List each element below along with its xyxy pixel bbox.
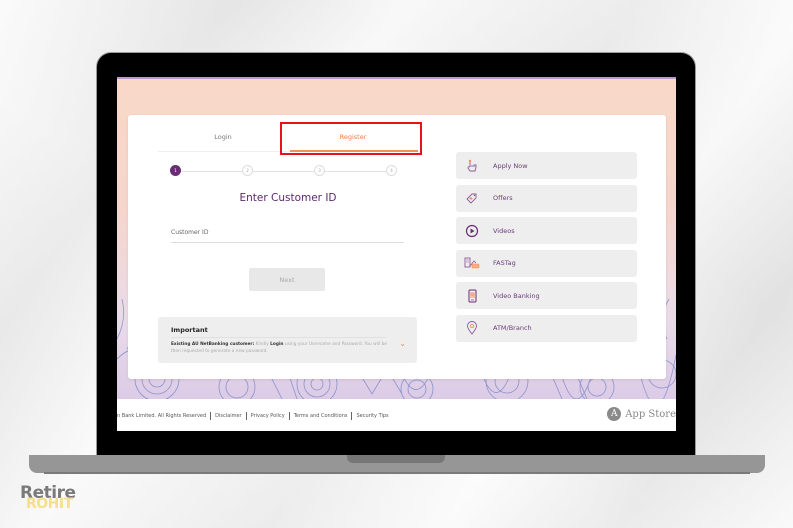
tab-login[interactable]: Login — [158, 123, 288, 151]
fastag-icon — [464, 255, 480, 271]
menu-label: FASTag — [493, 259, 516, 267]
important-lead: Existing AU NetBanking customer: — [171, 342, 255, 347]
page-footer: n Bank Limited. All Rights Reserved Disc… — [117, 399, 676, 431]
watermark-logo: Retire ROHIT — [20, 483, 100, 519]
footer-copyright: n Bank Limited. All Rights Reserved — [117, 413, 207, 419]
footer-link-terms[interactable]: Terms and Conditions — [294, 413, 348, 419]
quick-links-menu: Apply Now Offers Videos FASTag Video Ban… — [456, 152, 637, 347]
menu-item-video-banking[interactable]: Video Banking — [456, 282, 637, 309]
menu-item-videos[interactable]: Videos — [456, 217, 637, 244]
chevron-down-icon[interactable]: ⌄ — [399, 339, 406, 348]
offer-tag-icon — [464, 190, 480, 206]
menu-item-atm-branch[interactable]: ATM/Branch — [456, 314, 637, 342]
important-text-1: Kindly — [254, 342, 271, 347]
menu-item-fastag[interactable]: FASTag — [456, 249, 637, 277]
customer-id-input[interactable] — [171, 223, 408, 243]
browser-screen: Login Register 1 2 3 4 Enter Customer ID… — [117, 77, 676, 431]
step-3: 3 — [314, 165, 325, 176]
next-button[interactable]: Next — [249, 268, 325, 291]
step-4: 4 — [386, 165, 397, 176]
menu-item-apply-now[interactable]: Apply Now — [456, 152, 637, 179]
important-notice[interactable]: Important Existing AU NetBanking custome… — [158, 317, 417, 363]
customer-id-underline — [171, 242, 404, 243]
watermark-rohit: ROHIT — [26, 496, 73, 512]
menu-label: Videos — [493, 226, 515, 235]
footer-separator — [210, 412, 212, 420]
hand-pointer-icon — [464, 158, 480, 174]
stepper-line — [176, 170, 394, 172]
menu-item-offers[interactable]: Offers — [456, 184, 637, 212]
progress-stepper: 1 2 3 4 — [170, 165, 400, 177]
footer-links: n Bank Limited. All Rights Reserved Disc… — [117, 412, 389, 420]
important-text: Existing AU NetBanking customer: Kindly … — [171, 341, 391, 355]
app-store-icon: A — [607, 407, 622, 421]
play-circle-icon — [464, 223, 480, 239]
menu-label: ATM/Branch — [493, 324, 532, 332]
form-heading: Enter Customer ID — [239, 192, 337, 204]
footer-link-security-tips[interactable]: Security Tips — [356, 413, 388, 419]
step-2: 2 — [242, 165, 253, 176]
laptop-notch — [347, 455, 445, 463]
important-login: Login — [270, 342, 284, 347]
laptop-base-shadow — [44, 472, 750, 474]
footer-separator — [245, 412, 247, 420]
app-store-badge[interactable]: A App Store — [607, 407, 676, 421]
important-divider — [171, 337, 386, 338]
important-title: Important — [171, 326, 208, 334]
menu-label: Apply Now — [493, 161, 528, 170]
footer-separator — [288, 412, 290, 420]
registration-card: Login Register 1 2 3 4 Enter Customer ID… — [128, 115, 666, 379]
menu-label: Video Banking — [493, 291, 540, 300]
step-1: 1 — [170, 165, 181, 176]
footer-link-disclaimer[interactable]: Disclaimer — [215, 413, 241, 419]
location-pin-icon — [464, 320, 480, 336]
menu-label: Offers — [493, 194, 513, 202]
register-highlight-box — [280, 122, 422, 155]
mobile-video-icon — [464, 288, 480, 304]
app-store-label: App Store — [625, 408, 676, 420]
footer-separator — [351, 412, 353, 420]
footer-link-privacy-policy[interactable]: Privacy Policy — [251, 413, 285, 419]
